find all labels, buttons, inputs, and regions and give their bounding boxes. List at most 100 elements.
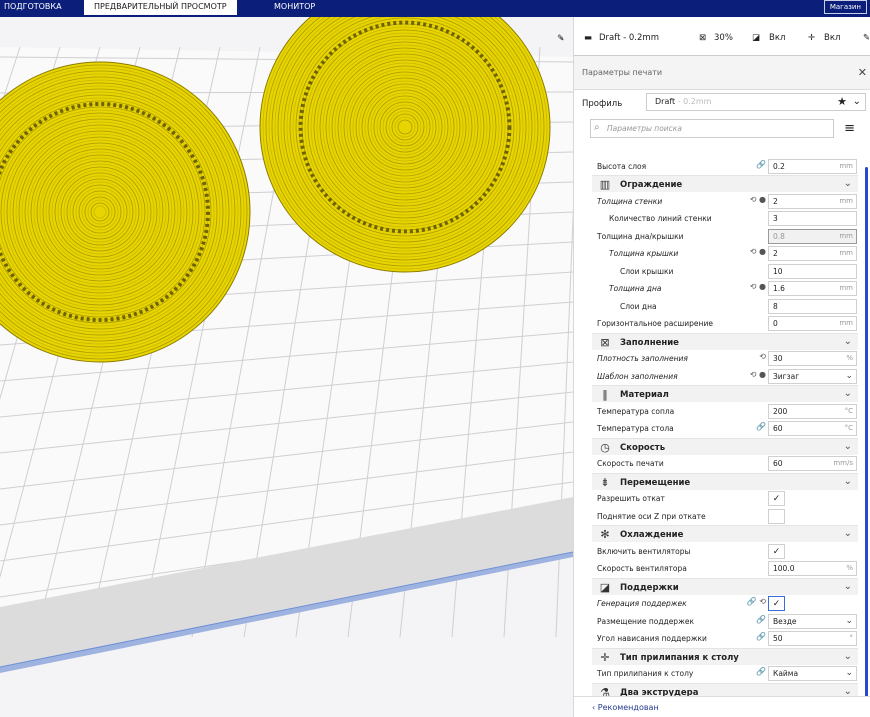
setting-action-icons[interactable]: 🔗 bbox=[732, 160, 766, 169]
setting-input[interactable]: 1.6 mm bbox=[768, 281, 857, 296]
setting-input[interactable]: 2 mm bbox=[768, 246, 857, 261]
setting-label: Размещение поддержек bbox=[597, 617, 694, 626]
settings-search-input[interactable]: ⌕ Параметры поиска bbox=[590, 119, 834, 138]
category-label: Поддержки bbox=[620, 583, 679, 593]
speed-category[interactable]: ◷ Скорость ⌄ bbox=[592, 438, 858, 455]
setting-value: 2 bbox=[773, 249, 778, 258]
setting-select[interactable]: Зигзаг ⌄ bbox=[768, 369, 857, 384]
setting-input[interactable]: 50 ° bbox=[768, 631, 857, 646]
print-settings-panel: ▬ Draft - 0.2mm ⊠ 30% ◪ Вкл ✛ Вкл ✎ Пара… bbox=[573, 17, 870, 717]
category-label: Охлаждение bbox=[620, 530, 684, 540]
adhesion-icon: ✛ bbox=[600, 651, 610, 664]
setting-checkbox[interactable]: ✓ bbox=[768, 596, 785, 611]
setting-value: 60 bbox=[773, 424, 783, 433]
setting-input[interactable]: 2 mm bbox=[768, 194, 857, 209]
setting-unit: mm bbox=[839, 162, 853, 170]
setting-retraction: Разрешить откат ✓ bbox=[592, 490, 858, 507]
setting-checkbox[interactable]: ✓ bbox=[768, 544, 785, 559]
menu-icon[interactable]: ≡ bbox=[844, 121, 855, 136]
cooling-icon: ✻ bbox=[600, 528, 610, 541]
setting-value: 50 bbox=[773, 634, 783, 643]
setting-label: Скорость вентилятора bbox=[597, 564, 687, 573]
infill-category[interactable]: ⊠ Заполнение ⌄ bbox=[592, 333, 858, 350]
chevron-down-icon[interactable]: ⌄ bbox=[844, 178, 852, 189]
setting-action-icons[interactable]: 🔗 bbox=[732, 632, 766, 641]
print-setup-summary[interactable]: ▬ Draft - 0.2mm ⊠ 30% ◪ Вкл ✛ Вкл ✎ bbox=[574, 17, 870, 56]
setting-checkbox[interactable]: ✓ bbox=[768, 491, 785, 506]
adhesion-summary[interactable]: Вкл bbox=[824, 33, 840, 43]
3d-viewport[interactable]: ✎ bbox=[0, 17, 573, 717]
setting-select[interactable]: Везде ⌄ bbox=[768, 614, 857, 629]
setting-input[interactable]: 60 mm/s bbox=[768, 456, 857, 471]
material-icon: ‖ bbox=[602, 388, 608, 401]
recommended-footer[interactable]: ‹ Рекомендован bbox=[574, 696, 870, 717]
chevron-down-icon[interactable]: ⌄ bbox=[844, 336, 852, 347]
setting-label: Поднятие оси Z при откате bbox=[597, 512, 706, 521]
pencil-icon[interactable]: ✎ bbox=[863, 33, 870, 43]
chevron-down-icon[interactable]: ⌄ bbox=[844, 441, 852, 452]
adhesion-icon: ✛ bbox=[808, 33, 816, 43]
tab-prepare[interactable]: ПОДГОТОВКА bbox=[0, 0, 72, 15]
setting-input[interactable]: 30% bbox=[768, 351, 857, 366]
setting-action-icons[interactable]: ⟲ ● bbox=[732, 370, 766, 379]
marketplace-button[interactable]: Магазин bbox=[823, 0, 867, 14]
chevron-down-icon: ⌄ bbox=[852, 96, 861, 107]
setting-input[interactable]: 8 bbox=[768, 299, 857, 314]
setting-input[interactable]: 0 mm bbox=[768, 316, 857, 331]
chevron-down-icon[interactable]: ⌄ bbox=[844, 388, 852, 399]
chevron-down-icon[interactable]: ⌄ bbox=[844, 528, 852, 539]
setting-action-icons[interactable]: ⟲ bbox=[732, 352, 766, 361]
cooling-category[interactable]: ✻ Охлаждение ⌄ bbox=[592, 525, 858, 542]
adhesion-category[interactable]: ✛ Тип прилипания к столу ⌄ bbox=[592, 648, 858, 665]
setting-action-icons[interactable]: ⟲ ● bbox=[732, 247, 766, 256]
material-category[interactable]: ‖ Материал ⌄ bbox=[592, 385, 858, 402]
support-summary[interactable]: Вкл bbox=[769, 33, 785, 43]
tab-preview[interactable]: ПРЕДВАРИТЕЛЬНЫЙ ПРОСМОТР bbox=[84, 0, 237, 15]
setting-input[interactable]: 100.0% bbox=[768, 561, 857, 576]
close-icon[interactable]: ✕ bbox=[858, 66, 867, 79]
chevron-down-icon[interactable]: ⌄ bbox=[844, 651, 852, 662]
setting-value: Кайма bbox=[773, 669, 799, 678]
travel-category[interactable]: ⇟ Перемещение ⌄ bbox=[592, 473, 858, 490]
setting-wall-lines: Количество линий стенки 3 bbox=[592, 210, 858, 227]
setting-checkbox[interactable] bbox=[768, 509, 785, 524]
setting-unit: % bbox=[846, 564, 853, 572]
profile-summary[interactable]: Draft - 0.2mm bbox=[599, 33, 659, 43]
category-label: Ограждение bbox=[620, 180, 683, 190]
setting-action-icons[interactable]: 🔗 ⟲ bbox=[732, 597, 766, 606]
setting-input[interactable]: 3 bbox=[768, 211, 857, 226]
setting-wall-thickness: Толщина стенки ⟲ ● 2 mm bbox=[592, 193, 858, 210]
shell-category[interactable]: ▥ Ограждение ⌄ bbox=[592, 175, 858, 192]
setting-action-icons[interactable]: 🔗 bbox=[732, 615, 766, 624]
setting-input[interactable]: 0.2 mm bbox=[768, 159, 857, 174]
profile-label: Профиль bbox=[582, 99, 623, 109]
setting-label: Количество линий стенки bbox=[609, 214, 712, 223]
profile-summary-icon: ▬ bbox=[584, 33, 593, 43]
infill-summary[interactable]: 30% bbox=[714, 33, 733, 43]
profile-value-suffix: - 0.2mm bbox=[675, 97, 712, 106]
setting-support-place: Размещение поддержек 🔗 Везде ⌄ bbox=[592, 613, 858, 630]
setting-action-icons[interactable]: ⟲ ● bbox=[732, 282, 766, 291]
star-icon[interactable]: ★ bbox=[837, 95, 847, 108]
setting-label: Горизонтальное расширение bbox=[597, 319, 713, 328]
support-category[interactable]: ◪ Поддержки ⌄ bbox=[592, 578, 858, 595]
setting-value: 0 bbox=[773, 319, 778, 328]
pencil-icon[interactable]: ✎ bbox=[557, 34, 565, 44]
chevron-down-icon[interactable]: ⌄ bbox=[844, 476, 852, 487]
setting-input[interactable]: 60 °C bbox=[768, 421, 857, 436]
recommended-button[interactable]: ‹ Рекомендован bbox=[592, 703, 659, 712]
setting-input[interactable]: 200 °C bbox=[768, 404, 857, 419]
chevron-down-icon[interactable]: ⌄ bbox=[844, 581, 852, 592]
setting-nozzle-temp: Температура сопла 200 °C bbox=[592, 403, 858, 420]
scrollbar[interactable] bbox=[865, 167, 868, 697]
setting-action-icons[interactable]: ⟲ ● bbox=[732, 195, 766, 204]
setting-action-icons[interactable]: 🔗 bbox=[732, 422, 766, 431]
setting-input[interactable]: 0.8 mm bbox=[768, 229, 857, 244]
profile-select[interactable]: Draft - 0.2mm ★ ⌄ bbox=[646, 93, 866, 111]
setting-support-angle: Угол нависания поддержки 🔗 50 ° bbox=[592, 630, 858, 647]
tab-monitor[interactable]: МОНИТОР bbox=[264, 0, 325, 15]
setting-action-icons[interactable]: 🔗 bbox=[732, 667, 766, 676]
setting-input[interactable]: 10 bbox=[768, 264, 857, 279]
setting-select[interactable]: Кайма ⌄ bbox=[768, 666, 857, 681]
setting-unit: mm bbox=[839, 197, 853, 205]
